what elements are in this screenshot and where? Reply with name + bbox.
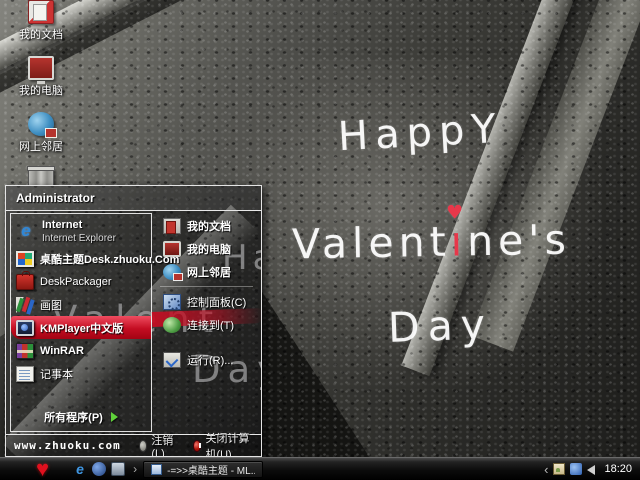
menu-item-my-documents[interactable]: 我的文档 (158, 214, 261, 237)
desktop-icon-my-computer[interactable]: 我的电脑 (10, 56, 72, 98)
system-tray: ‹ 18:20 (544, 462, 640, 477)
desktop-icon-label: 网上邻居 (19, 141, 63, 153)
menu-gap (158, 336, 261, 348)
start-button-heart-icon[interactable]: ♥ (36, 458, 49, 480)
menu-item-label: KMPlayer中文版 (40, 322, 124, 335)
deskpackager-icon (16, 270, 34, 290)
menu-item-notepad[interactable]: 记事本 (11, 362, 151, 385)
menu-item-connect-to[interactable]: 连接到(T) (158, 313, 261, 336)
log-off-icon (138, 439, 148, 452)
start-menu-places-list: 我的文档 我的电脑 网上邻居 控制面板(C) 连接到(T) 运行(R)... (152, 211, 261, 434)
desktop-icon-label: 我的电脑 (19, 85, 63, 97)
menu-item-label: DeskPackager (40, 275, 112, 288)
menu-item-label: 我的电脑 (187, 243, 231, 256)
my-documents-icon (163, 217, 181, 234)
menu-item-label: WinRAR (40, 344, 84, 357)
tray-messenger-icon[interactable] (570, 463, 583, 475)
menu-item-winrar[interactable]: WinRAR (11, 339, 151, 362)
desktop: HappY Valentı♥ne's Day 我的文档 我的电脑 网上邻居 回收… (0, 0, 640, 480)
task-label: -=>>桌酷主题 - ML.. (167, 465, 256, 477)
notepad-icon (16, 365, 34, 382)
all-programs-arrow-icon (110, 412, 118, 422)
quicklaunch-show-desktop-icon[interactable] (111, 462, 126, 476)
desktop-icon-label: 我的文档 (19, 29, 63, 41)
power-icon (192, 439, 202, 452)
menu-item-label: Internet (42, 219, 83, 232)
start-menu-program-list: e Internet Internet Explorer 桌酷主题Desk.zh… (10, 213, 179, 432)
winrar-icon (16, 342, 34, 359)
shut-down-button[interactable]: 关闭计算机(U) (192, 430, 253, 457)
menu-item-internet-explorer[interactable]: e Internet Internet Explorer (11, 217, 151, 247)
my-documents-icon (28, 0, 54, 24)
quick-launch-bar: e (73, 462, 126, 476)
taskbar-task-zhuoku[interactable]: -=>>桌酷主题 - ML.. (143, 460, 264, 478)
menu-item-label: 控制面板(C) (187, 296, 247, 309)
menu-item-label: 连接到(T) (187, 319, 235, 332)
menu-item-label: 画图 (40, 299, 62, 312)
my-computer-icon (28, 56, 54, 84)
desktop-icon-my-documents[interactable]: 我的文档 (10, 0, 72, 42)
log-off-button[interactable]: 注销(L) (138, 432, 175, 457)
tray-collapse-icon[interactable]: ‹ (544, 462, 548, 477)
control-panel-icon (163, 293, 181, 310)
log-off-label: 注销(L) (151, 434, 174, 457)
menu-item-label: 运行(R)... (187, 354, 234, 367)
menu-separator (160, 286, 253, 287)
menu-item-paint[interactable]: 画图 (11, 293, 151, 316)
start-menu-footer: www.zhuoku.com 注销(L) 关闭计算机(U) (6, 432, 261, 457)
shut-down-label: 关闭计算机(U) (205, 432, 250, 457)
tray-image-icon[interactable] (553, 463, 566, 475)
quicklaunch-chevron-icon[interactable]: › (133, 462, 137, 476)
all-programs-label: 所有程序(P) (44, 412, 103, 424)
menu-item-sublabel: Internet Explorer (42, 233, 116, 244)
zhuoku-theme-icon (16, 250, 34, 267)
paint-icon (16, 296, 34, 313)
menu-item-zhuoku-theme[interactable]: 桌酷主题Desk.zhuoku.Com (11, 247, 179, 270)
quicklaunch-ie-icon[interactable]: e (73, 462, 87, 476)
taskbar: ♥ e › -=>>桌酷主题 - ML.. ‹ 18:20 (0, 457, 640, 480)
menu-item-label: 网上邻居 (187, 266, 231, 279)
taskbar-clock: 18:20 (604, 463, 632, 475)
start-menu-body: e Internet Internet Explorer 桌酷主题Desk.zh… (6, 211, 261, 434)
start-menu-header: Administrator (6, 186, 261, 211)
menu-item-my-computer[interactable]: 我的电脑 (158, 237, 261, 260)
desktop-icon-network-places[interactable]: 网上邻居 (10, 112, 72, 154)
menu-item-label: 记事本 (40, 368, 73, 381)
my-computer-icon (163, 240, 181, 257)
task-window-icon (151, 463, 163, 475)
internet-explorer-icon: e (21, 221, 31, 240)
menu-item-run[interactable]: 运行(R)... (158, 348, 261, 371)
run-icon (163, 351, 181, 368)
menu-item-control-panel[interactable]: 控制面板(C) (158, 290, 261, 313)
all-programs-button[interactable]: 所有程序(P) (11, 406, 151, 428)
menu-item-network-places[interactable]: 网上邻居 (158, 260, 261, 283)
menu-item-label: 我的文档 (187, 220, 231, 233)
network-places-icon (163, 263, 183, 281)
logged-in-user: Administrator (16, 191, 95, 205)
quicklaunch-media-icon[interactable] (92, 462, 107, 476)
start-menu-content: Administrator e Internet Internet Explor… (6, 186, 261, 456)
zhuoku-site-label: www.zhuoku.com (14, 439, 121, 452)
menu-item-kmplayer[interactable]: KMPlayer中文版 (11, 316, 151, 339)
kmplayer-icon (16, 319, 34, 336)
network-places-icon (28, 112, 57, 138)
connect-to-icon (163, 316, 181, 333)
tray-volume-icon[interactable] (587, 464, 596, 475)
menu-item-deskpackager[interactable]: DeskPackager (11, 270, 151, 293)
start-menu: Hap Valent Day Administrator e Internet … (5, 185, 262, 457)
